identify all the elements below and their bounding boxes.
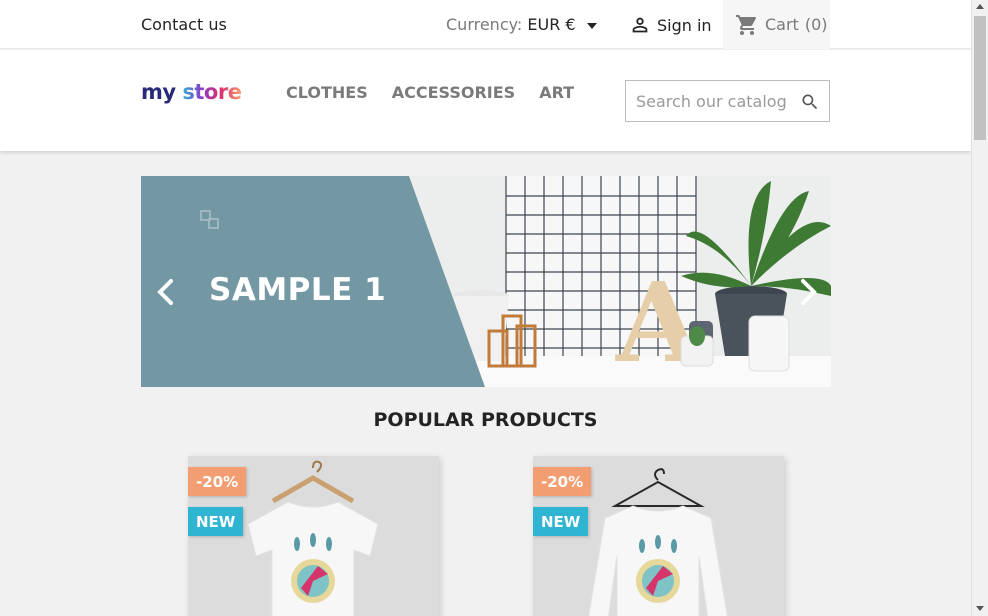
discount-badge: -20% [188,467,247,496]
hero-carousel: A SAMPLE 1 [141,176,831,387]
scroll-up-arrow-icon[interactable] [976,4,984,9]
chevron-left-icon[interactable] [155,278,177,306]
product-card[interactable]: -20% NEW [188,456,439,616]
menu-item-art[interactable]: ART [539,83,574,102]
currency-value: EUR € [527,15,576,34]
cart-button[interactable]: Cart (0) [723,0,830,49]
currency-label: Currency: [446,15,523,34]
currency-selector[interactable]: Currency: EUR € [446,15,597,34]
logo-text-store: store [182,80,242,104]
discount-badge: -20% [533,467,592,496]
top-nav: Contact us Currency: EUR € Sign in Cart … [0,0,971,49]
cart-label: Cart [765,15,799,34]
main-menu: CLOTHES ACCESSORIES ART [286,83,574,102]
chevron-right-icon[interactable] [797,278,819,306]
new-badge: NEW [533,507,589,536]
search-icon[interactable] [800,92,820,112]
main-header: my store CLOTHES ACCESSORIES ART [0,50,971,151]
user-icon [632,17,648,33]
cart-count: (0) [804,15,828,34]
sign-in-label: Sign in [657,15,712,35]
menu-item-clothes[interactable]: CLOTHES [286,83,368,102]
logo-text-my: my [141,80,176,104]
product-card[interactable]: -20% NEW [533,456,784,616]
new-badge: NEW [188,507,244,536]
page-scrollbar[interactable] [971,0,988,616]
scroll-thumb[interactable] [974,16,986,140]
menu-item-accessories[interactable]: ACCESSORIES [392,83,515,102]
caret-down-icon [586,22,597,29]
search-box [625,80,830,122]
slide-title: SAMPLE 1 [209,272,387,308]
sign-in-link[interactable]: Sign in [629,14,712,36]
store-logo[interactable]: my store [141,80,242,104]
contact-us-link[interactable]: Contact us [141,15,227,34]
scroll-down-arrow-icon[interactable] [976,606,984,611]
cart-icon [736,14,756,35]
search-input[interactable] [626,81,791,121]
section-title: POPULAR PRODUCTS [373,409,598,431]
